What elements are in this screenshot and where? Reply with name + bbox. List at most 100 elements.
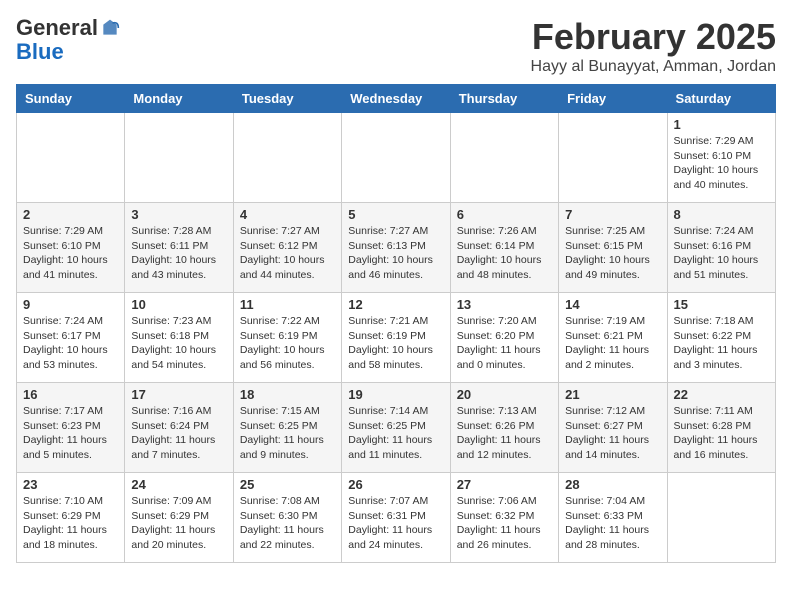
day-info: Sunrise: 7:11 AM Sunset: 6:28 PM Dayligh…: [674, 404, 769, 463]
day-number: 20: [457, 387, 552, 402]
day-number: 15: [674, 297, 769, 312]
weekday-header: Saturday: [667, 85, 775, 113]
day-number: 19: [348, 387, 443, 402]
calendar-cell: 20 Sunrise: 7:13 AM Sunset: 6:26 PM Dayli…: [450, 383, 558, 473]
weekday-header: Wednesday: [342, 85, 450, 113]
calendar-cell: 4 Sunrise: 7:27 AM Sunset: 6:12 PM Daylig…: [233, 203, 341, 293]
day-info: Sunrise: 7:17 AM Sunset: 6:23 PM Dayligh…: [23, 404, 118, 463]
calendar-cell: 6 Sunrise: 7:26 AM Sunset: 6:14 PM Daylig…: [450, 203, 558, 293]
calendar-cell: 15 Sunrise: 7:18 AM Sunset: 6:22 PM Dayli…: [667, 293, 775, 383]
day-info: Sunrise: 7:27 AM Sunset: 6:13 PM Dayligh…: [348, 224, 443, 283]
logo-blue: Blue: [16, 40, 120, 64]
calendar-cell: [667, 473, 775, 563]
calendar-cell: 16 Sunrise: 7:17 AM Sunset: 6:23 PM Dayli…: [17, 383, 125, 473]
calendar-cell: 7 Sunrise: 7:25 AM Sunset: 6:15 PM Daylig…: [559, 203, 667, 293]
calendar-cell: 18 Sunrise: 7:15 AM Sunset: 6:25 PM Dayli…: [233, 383, 341, 473]
title-block: February 2025 Hayy al Bunayyat, Amman, J…: [531, 16, 776, 76]
day-info: Sunrise: 7:04 AM Sunset: 6:33 PM Dayligh…: [565, 494, 660, 553]
day-number: 12: [348, 297, 443, 312]
day-info: Sunrise: 7:12 AM Sunset: 6:27 PM Dayligh…: [565, 404, 660, 463]
day-number: 4: [240, 207, 335, 222]
day-number: 2: [23, 207, 118, 222]
weekday-header: Tuesday: [233, 85, 341, 113]
day-info: Sunrise: 7:21 AM Sunset: 6:19 PM Dayligh…: [348, 314, 443, 373]
day-info: Sunrise: 7:13 AM Sunset: 6:26 PM Dayligh…: [457, 404, 552, 463]
logo: General Blue: [16, 16, 120, 64]
day-number: 24: [131, 477, 226, 492]
calendar-cell: 1Sunrise: 7:29 AM Sunset: 6:10 PM Daylig…: [667, 113, 775, 203]
day-number: 8: [674, 207, 769, 222]
day-info: Sunrise: 7:24 AM Sunset: 6:17 PM Dayligh…: [23, 314, 118, 373]
day-number: 27: [457, 477, 552, 492]
day-info: Sunrise: 7:29 AM Sunset: 6:10 PM Dayligh…: [23, 224, 118, 283]
day-number: 26: [348, 477, 443, 492]
month-title: February 2025: [531, 16, 776, 58]
day-info: Sunrise: 7:14 AM Sunset: 6:25 PM Dayligh…: [348, 404, 443, 463]
calendar-cell: 5 Sunrise: 7:27 AM Sunset: 6:13 PM Daylig…: [342, 203, 450, 293]
day-number: 3: [131, 207, 226, 222]
day-info: Sunrise: 7:16 AM Sunset: 6:24 PM Dayligh…: [131, 404, 226, 463]
calendar-cell: 13 Sunrise: 7:20 AM Sunset: 6:20 PM Dayli…: [450, 293, 558, 383]
day-number: 21: [565, 387, 660, 402]
day-info: Sunrise: 7:26 AM Sunset: 6:14 PM Dayligh…: [457, 224, 552, 283]
day-info: Sunrise: 7:29 AM Sunset: 6:10 PM Dayligh…: [674, 134, 769, 193]
day-info: Sunrise: 7:18 AM Sunset: 6:22 PM Dayligh…: [674, 314, 769, 373]
calendar-cell: [342, 113, 450, 203]
calendar-header: SundayMondayTuesdayWednesdayThursdayFrid…: [17, 85, 776, 113]
day-info: Sunrise: 7:20 AM Sunset: 6:20 PM Dayligh…: [457, 314, 552, 373]
day-number: 5: [348, 207, 443, 222]
calendar-row: 1Sunrise: 7:29 AM Sunset: 6:10 PM Daylig…: [17, 113, 776, 203]
day-info: Sunrise: 7:10 AM Sunset: 6:29 PM Dayligh…: [23, 494, 118, 553]
day-number: 17: [131, 387, 226, 402]
day-number: 7: [565, 207, 660, 222]
calendar-cell: 23Sunrise: 7:10 AM Sunset: 6:29 PM Dayli…: [17, 473, 125, 563]
day-info: Sunrise: 7:09 AM Sunset: 6:29 PM Dayligh…: [131, 494, 226, 553]
calendar-cell: 14 Sunrise: 7:19 AM Sunset: 6:21 PM Dayli…: [559, 293, 667, 383]
day-info: Sunrise: 7:06 AM Sunset: 6:32 PM Dayligh…: [457, 494, 552, 553]
day-info: Sunrise: 7:25 AM Sunset: 6:15 PM Dayligh…: [565, 224, 660, 283]
calendar-cell: 11 Sunrise: 7:22 AM Sunset: 6:19 PM Dayli…: [233, 293, 341, 383]
day-info: Sunrise: 7:08 AM Sunset: 6:30 PM Dayligh…: [240, 494, 335, 553]
calendar-cell: 12 Sunrise: 7:21 AM Sunset: 6:19 PM Dayli…: [342, 293, 450, 383]
calendar-cell: 28 Sunrise: 7:04 AM Sunset: 6:33 PM Dayli…: [559, 473, 667, 563]
day-number: 18: [240, 387, 335, 402]
day-info: Sunrise: 7:24 AM Sunset: 6:16 PM Dayligh…: [674, 224, 769, 283]
day-number: 9: [23, 297, 118, 312]
day-info: Sunrise: 7:27 AM Sunset: 6:12 PM Dayligh…: [240, 224, 335, 283]
calendar-cell: 8 Sunrise: 7:24 AM Sunset: 6:16 PM Daylig…: [667, 203, 775, 293]
weekday-header: Monday: [125, 85, 233, 113]
day-number: 28: [565, 477, 660, 492]
day-number: 13: [457, 297, 552, 312]
calendar-cell: 19 Sunrise: 7:14 AM Sunset: 6:25 PM Dayli…: [342, 383, 450, 473]
day-info: Sunrise: 7:19 AM Sunset: 6:21 PM Dayligh…: [565, 314, 660, 373]
calendar-cell: 3 Sunrise: 7:28 AM Sunset: 6:11 PM Daylig…: [125, 203, 233, 293]
day-info: Sunrise: 7:23 AM Sunset: 6:18 PM Dayligh…: [131, 314, 226, 373]
calendar-cell: 27 Sunrise: 7:06 AM Sunset: 6:32 PM Dayli…: [450, 473, 558, 563]
day-info: Sunrise: 7:07 AM Sunset: 6:31 PM Dayligh…: [348, 494, 443, 553]
calendar-row: 9 Sunrise: 7:24 AM Sunset: 6:17 PM Daylig…: [17, 293, 776, 383]
day-info: Sunrise: 7:15 AM Sunset: 6:25 PM Dayligh…: [240, 404, 335, 463]
calendar-cell: 25 Sunrise: 7:08 AM Sunset: 6:30 PM Dayli…: [233, 473, 341, 563]
weekday-header: Friday: [559, 85, 667, 113]
calendar-cell: [17, 113, 125, 203]
calendar-cell: 2 Sunrise: 7:29 AM Sunset: 6:10 PM Daylig…: [17, 203, 125, 293]
day-number: 6: [457, 207, 552, 222]
calendar-cell: 9 Sunrise: 7:24 AM Sunset: 6:17 PM Daylig…: [17, 293, 125, 383]
day-number: 25: [240, 477, 335, 492]
calendar-cell: [125, 113, 233, 203]
calendar-cell: [233, 113, 341, 203]
calendar-cell: [559, 113, 667, 203]
weekday-header: Thursday: [450, 85, 558, 113]
day-number: 11: [240, 297, 335, 312]
weekday-header: Sunday: [17, 85, 125, 113]
calendar-row: 2 Sunrise: 7:29 AM Sunset: 6:10 PM Daylig…: [17, 203, 776, 293]
day-info: Sunrise: 7:22 AM Sunset: 6:19 PM Dayligh…: [240, 314, 335, 373]
day-info: Sunrise: 7:28 AM Sunset: 6:11 PM Dayligh…: [131, 224, 226, 283]
calendar-cell: 21 Sunrise: 7:12 AM Sunset: 6:27 PM Dayli…: [559, 383, 667, 473]
calendar-cell: 17 Sunrise: 7:16 AM Sunset: 6:24 PM Dayli…: [125, 383, 233, 473]
calendar-row: 16 Sunrise: 7:17 AM Sunset: 6:23 PM Dayli…: [17, 383, 776, 473]
location-subtitle: Hayy al Bunayyat, Amman, Jordan: [531, 58, 776, 76]
day-number: 16: [23, 387, 118, 402]
day-number: 14: [565, 297, 660, 312]
calendar-cell: 24 Sunrise: 7:09 AM Sunset: 6:29 PM Dayli…: [125, 473, 233, 563]
